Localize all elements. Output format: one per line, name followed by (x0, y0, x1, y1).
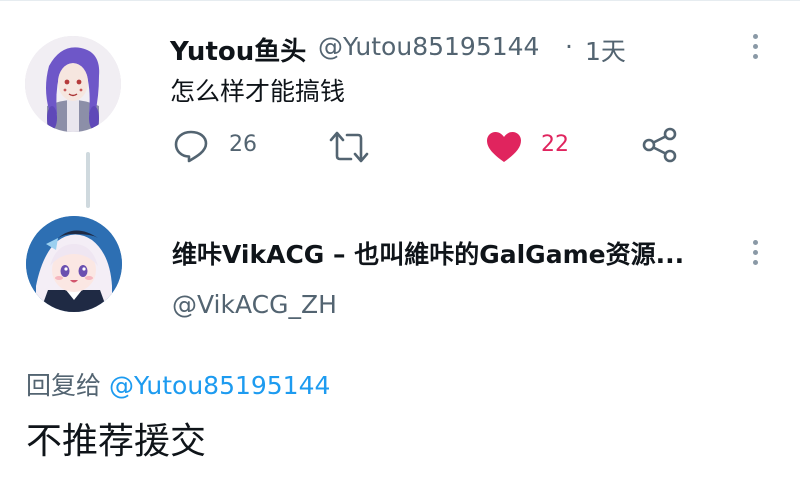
reply-icon (174, 130, 208, 163)
reply-author-handle[interactable]: @VikACG_ZH (172, 290, 337, 319)
reply-more-icon[interactable] (752, 240, 760, 270)
reply-text: 不推荐援交 (26, 421, 207, 462)
share-icon (642, 127, 677, 163)
like-count: 22 (541, 132, 569, 157)
avatar-yutou[interactable] (25, 36, 121, 132)
reply-button[interactable] (173, 129, 209, 167)
reply-to-line: 回复给 @Yutou85195144 (26, 366, 330, 402)
avatar-yutou-art (25, 36, 121, 132)
more-icon[interactable] (752, 34, 760, 64)
avatar-vikacg[interactable] (26, 216, 122, 312)
tweet-text: 怎么样才能搞钱 (170, 77, 346, 106)
author-name[interactable]: Yutou鱼头 (170, 31, 306, 68)
thread-connector (86, 152, 90, 208)
heart-icon (487, 132, 521, 162)
reply-count: 26 (229, 132, 257, 157)
reply-to-handle[interactable]: @Yutou85195144 (109, 371, 330, 400)
retweet-button[interactable] (329, 130, 369, 168)
reply-to-label: 回复给 (26, 371, 102, 400)
avatar-vikacg-art (26, 216, 122, 312)
share-button[interactable] (642, 127, 678, 167)
timestamp[interactable]: 1天 (585, 32, 626, 68)
reply-author-name[interactable]: 维咔VikACG – 也叫維咔的GalGame资源... (172, 235, 684, 271)
top-divider (0, 0, 800, 1)
author-handle[interactable]: @Yutou85195144 (318, 32, 539, 61)
separator-dot: · (565, 32, 573, 61)
like-button[interactable] (485, 130, 523, 168)
retweet-icon (329, 131, 369, 163)
